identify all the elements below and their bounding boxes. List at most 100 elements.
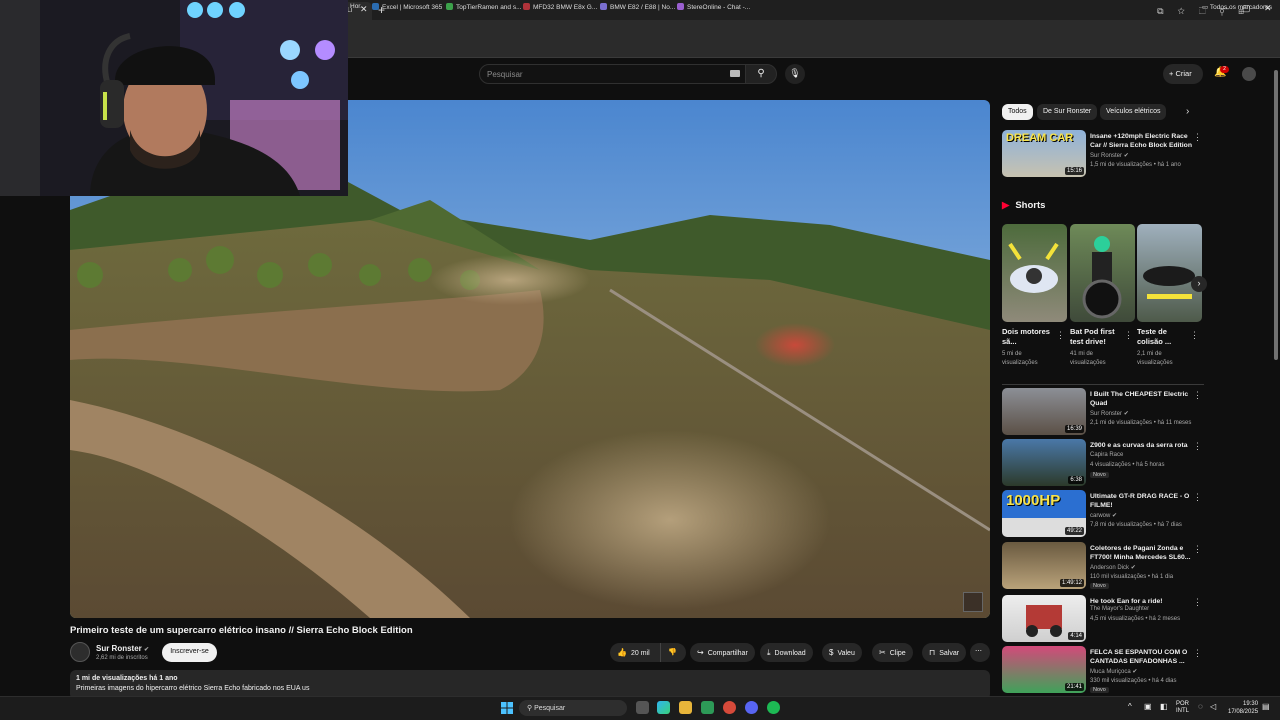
tray-app-icon[interactable]: ▣: [1144, 703, 1152, 711]
bookmark-item[interactable]: Excel | Microsoft 365: [372, 3, 442, 11]
more-options-icon[interactable]: ⋮: [1193, 492, 1202, 503]
more-options-icon[interactable]: ⋮: [1193, 132, 1202, 143]
folder-icon: ▭: [1202, 4, 1210, 11]
more-options-icon[interactable]: ⋮: [1193, 390, 1202, 401]
thumbs-down-icon: 👎: [668, 649, 677, 656]
duration: 4:14: [1068, 632, 1084, 640]
duration: 1:49:12: [1059, 579, 1084, 587]
short-thumbnail[interactable]: [1137, 224, 1202, 322]
keyboard-icon[interactable]: [730, 70, 740, 77]
search-input[interactable]: Pesquisar: [479, 64, 746, 84]
account-avatar[interactable]: [1242, 67, 1256, 81]
more-options-icon[interactable]: ⋮: [1056, 330, 1065, 341]
taskbar-clock[interactable]: 19:30 17/08/2025: [1228, 700, 1258, 716]
video-thumbnail: 1000HP 49:22: [1002, 490, 1086, 537]
like-button[interactable]: 👍 20 mil: [610, 643, 660, 662]
share-button[interactable]: ↪ Compartilhar: [690, 643, 755, 662]
bookmark-item[interactable]: BMW E82 / E88 | No...: [600, 3, 675, 11]
more-options-icon[interactable]: ⋮: [1193, 597, 1202, 608]
search-icon: ⚲: [757, 68, 765, 79]
rec-channel: The Mayor's Daughter: [1090, 606, 1150, 612]
shorts-logo-icon: ▶: [1002, 200, 1010, 211]
short-views: 2,1 mi de visualizações: [1137, 351, 1173, 366]
bookmark-item[interactable]: StereOnline - Chat -...: [677, 3, 750, 11]
file-explorer-icon[interactable]: [679, 701, 692, 714]
short-thumbnail[interactable]: [1070, 224, 1135, 322]
scrollbar-thumb[interactable]: [1274, 70, 1278, 360]
short-thumbnail[interactable]: [1002, 224, 1067, 322]
spotify-icon[interactable]: [767, 701, 780, 714]
clip-button[interactable]: ✂ Clipe: [872, 643, 913, 662]
recommended-video[interactable]: DREAM CAR 15:16 Insane +120mph Electric …: [1002, 130, 1202, 178]
video-thumbnail: 4:14: [1002, 595, 1086, 642]
more-actions-button[interactable]: ⋯: [970, 643, 990, 662]
taskbar-search[interactable]: ⚲ Pesquisar: [519, 700, 627, 716]
bookmark-item[interactable]: TopTierRamen and s...: [446, 3, 522, 11]
all-bookmarks[interactable]: ▭ Todos os marcadores: [1202, 3, 1272, 11]
tray-app-icon[interactable]: ◧: [1160, 703, 1168, 711]
chip-electric-vehicles[interactable]: Veículos elétricos: [1100, 104, 1167, 120]
tray-chevron-icon[interactable]: ^: [1128, 703, 1132, 711]
bookmark-item[interactable]: MFD32 BMW E8x G...: [523, 3, 597, 11]
video-thumbnail: 6:38: [1002, 439, 1086, 486]
recommended-video[interactable]: 21:41 FELCA SE ESPANTOU COM O CANTADAS E…: [1002, 646, 1202, 694]
recommended-video[interactable]: 6:38 Z900 e as curvas da serra rota Capi…: [1002, 439, 1202, 487]
more-options-icon[interactable]: ⋮: [1124, 330, 1133, 341]
download-button[interactable]: ⤓ Download: [760, 643, 813, 662]
shorts-next-button[interactable]: ›: [1191, 276, 1207, 292]
voice-search-button[interactable]: 🎙: [785, 64, 805, 84]
chrome-icon[interactable]: [723, 701, 736, 714]
volume-icon[interactable]: ◁: [1210, 703, 1216, 711]
thanks-button[interactable]: $ Valeu: [822, 643, 862, 662]
verified-icon: ✔: [1123, 153, 1129, 159]
mic-icon: 🎙: [789, 68, 801, 78]
chip-all[interactable]: Todos: [1002, 104, 1033, 120]
recommended-video[interactable]: 1:49:12 Coletores de Pagani Zonda e FT70…: [1002, 542, 1202, 590]
recommended-video[interactable]: 16:39 I Built The CHEAPEST Electric Quad…: [1002, 388, 1202, 436]
short-views: 5 mi de visualizações: [1002, 351, 1038, 366]
language-indicator[interactable]: POR INTL: [1176, 701, 1189, 715]
save-button[interactable]: ⊓ Salvar: [922, 643, 967, 662]
recommended-video[interactable]: 4:14 He took Ean for a ride! The Mayor's…: [1002, 595, 1202, 643]
thumbs-up-icon: 👍: [617, 648, 627, 657]
notification-icon[interactable]: ▤: [1262, 703, 1270, 711]
search-button[interactable]: ⚲: [745, 64, 777, 84]
channel-name[interactable]: Sur Ronster ✔: [96, 644, 149, 653]
windows-start-icon[interactable]: [501, 702, 513, 714]
chevron-right-icon: ›: [1197, 278, 1201, 288]
duration: 6:38: [1068, 476, 1084, 484]
create-button[interactable]: + Criar: [1163, 64, 1203, 84]
rec-channel: carwow ✔: [1090, 513, 1118, 519]
edge-icon[interactable]: [657, 701, 670, 714]
more-options-icon[interactable]: ⋮: [1193, 544, 1202, 555]
rec-channel: Muca Muriçoca ✔: [1090, 669, 1138, 675]
verified-icon: ✔: [1123, 411, 1129, 417]
excel-icon[interactable]: [701, 701, 714, 714]
chevron-right-icon[interactable]: ›: [1186, 106, 1189, 117]
bookmark-item[interactable]: Hor...: [350, 3, 366, 10]
mini-thumbnail[interactable]: [963, 592, 983, 612]
channel-avatar[interactable]: [70, 642, 90, 662]
more-icon: ⋯: [975, 648, 982, 655]
more-options-icon[interactable]: ⋮: [1193, 441, 1202, 452]
short-title: Bat Pod first test drive!: [1070, 327, 1115, 346]
short-image: [1082, 236, 1122, 319]
chip-channel[interactable]: De Sur Ronster: [1037, 104, 1098, 120]
bookmark-favicon: [677, 3, 684, 10]
subscribe-button[interactable]: Inscrever-se: [162, 643, 217, 662]
webcam-image: [0, 0, 348, 196]
bookmark-favicon: [372, 3, 379, 10]
rec-channel: Capira Race: [1090, 452, 1124, 458]
task-view-icon[interactable]: [636, 701, 649, 714]
dislike-button[interactable]: 👎: [660, 643, 686, 662]
more-options-icon[interactable]: ⋮: [1193, 648, 1202, 659]
network-icon[interactable]: ◌: [1198, 703, 1203, 711]
short-title: Dois motores sã...: [1002, 327, 1050, 346]
discord-icon[interactable]: [745, 701, 758, 714]
recommended-video[interactable]: 1000HP 49:22 Ultimate GT-R DRAG RACE - O…: [1002, 490, 1202, 538]
views-and-date: 1 mi de visualizações há 1 ano: [76, 675, 178, 682]
more-options-icon[interactable]: ⋮: [1190, 330, 1199, 341]
rec-meta: 330 mil visualizações • há 4 dias: [1090, 678, 1177, 684]
video-thumbnail: 16:39: [1002, 388, 1086, 435]
short-title: Teste de colisão ...: [1137, 327, 1172, 346]
